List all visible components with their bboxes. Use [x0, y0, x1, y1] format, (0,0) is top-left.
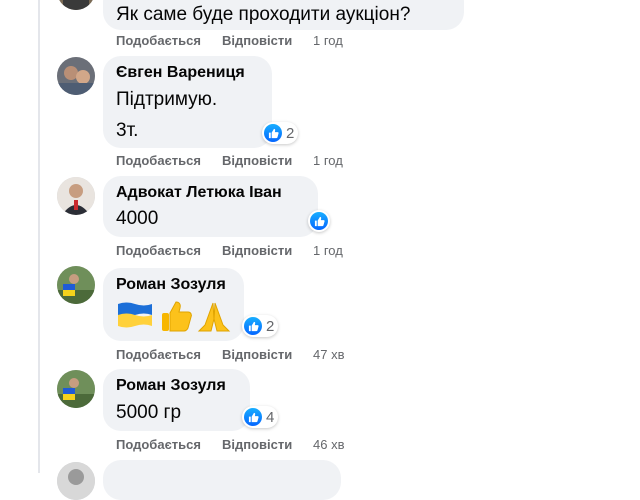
thumbs-up-icon: [161, 301, 192, 332]
avatar[interactable]: [57, 177, 95, 215]
like-link[interactable]: Подобається: [116, 153, 201, 168]
comment-bubble: Роман Зозуля: [103, 268, 244, 341]
avatar[interactable]: [57, 462, 95, 500]
author-name[interactable]: Роман Зозуля: [116, 376, 237, 396]
like-link[interactable]: Подобається: [116, 243, 201, 258]
reply-link[interactable]: Відповісти: [222, 347, 292, 362]
reaction-summary[interactable]: [308, 210, 330, 232]
like-link[interactable]: Подобається: [116, 437, 201, 452]
comment-text: 4000: [116, 208, 159, 229]
reply-link[interactable]: Відповісти: [222, 243, 292, 258]
avatar[interactable]: [57, 57, 95, 95]
like-reaction-icon: [310, 212, 328, 230]
avatar[interactable]: [57, 0, 95, 10]
like-link[interactable]: Подобається: [116, 347, 201, 362]
comment-text: Підтримую.: [116, 89, 218, 110]
author-name[interactable]: Роман Зозуля: [116, 275, 231, 295]
comment-bubble: Як саме буде проходити аукціон?: [103, 0, 464, 30]
comment-text: 5000 гр: [116, 402, 182, 423]
comment-bubble: Адвокат Летюка Іван 4000: [103, 176, 318, 237]
comment-bubble: [103, 460, 341, 500]
reaction-count: 2: [266, 317, 275, 335]
reaction-count: 2: [286, 124, 295, 142]
like-link[interactable]: Подобається: [116, 33, 201, 48]
timestamp[interactable]: 46 хв: [313, 437, 344, 452]
author-name[interactable]: Адвокат Летюка Іван: [116, 183, 305, 203]
timestamp[interactable]: 1 год: [313, 243, 343, 258]
reaction-summary[interactable]: 2: [262, 122, 299, 144]
comment-bubble: Євген Варениця Підтримую. 3т.: [103, 56, 272, 148]
reply-link[interactable]: Відповісти: [222, 437, 292, 452]
comment-bubble: Роман Зозуля 5000 гр: [103, 369, 250, 431]
like-reaction-icon: [244, 408, 262, 426]
folded-hands-icon: [198, 302, 231, 332]
avatar[interactable]: [57, 266, 95, 304]
timestamp[interactable]: 1 год: [313, 33, 343, 48]
avatar[interactable]: [57, 370, 95, 408]
reply-link[interactable]: Відповісти: [222, 153, 292, 168]
timestamp[interactable]: 1 год: [313, 153, 343, 168]
ukraine-flag-icon: [118, 302, 152, 328]
reaction-count: 4: [266, 408, 275, 426]
like-reaction-icon: [244, 317, 262, 335]
reaction-summary[interactable]: 4: [242, 406, 279, 428]
author-name[interactable]: Євген Варениця: [116, 63, 259, 83]
thread-line: [38, 0, 40, 473]
emoji-row: [116, 299, 231, 333]
like-reaction-icon: [264, 124, 282, 142]
reaction-summary[interactable]: 2: [242, 315, 279, 337]
comment-text: 3т.: [116, 120, 139, 141]
reply-link[interactable]: Відповісти: [222, 33, 292, 48]
timestamp[interactable]: 47 хв: [313, 347, 344, 362]
comment-text: Як саме буде проходити аукціон?: [116, 4, 411, 25]
